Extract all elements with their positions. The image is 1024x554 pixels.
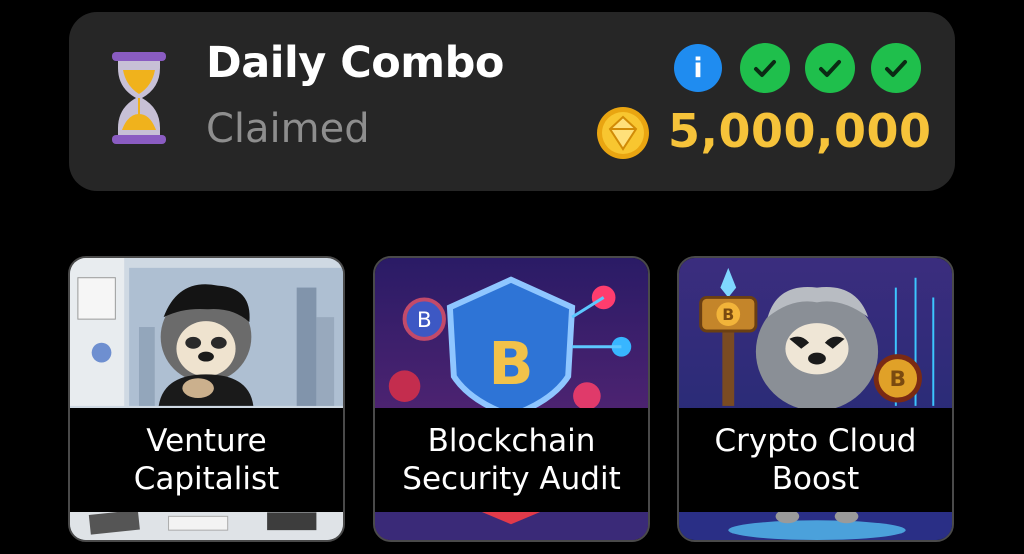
card-blockchain-security-audit[interactable]: B B Blockchain Security Audit: [373, 256, 650, 542]
check-circle-icon: [740, 43, 790, 93]
card-title: Crypto Cloud Boost: [714, 423, 917, 497]
info-icon[interactable]: i: [674, 44, 722, 92]
card-caption: Venture Capitalist: [70, 408, 343, 512]
coin-icon: [597, 107, 649, 159]
reward-amount: 5,000,000: [668, 104, 932, 158]
claimed-status: Claimed: [206, 106, 370, 152]
svg-text:B: B: [417, 308, 432, 333]
card-caption: Blockchain Security Audit: [375, 408, 648, 512]
card-crypto-cloud-boost[interactable]: B B Crypto Cloud Boost: [677, 256, 954, 542]
svg-text:B: B: [890, 367, 907, 392]
svg-text:B: B: [722, 305, 734, 324]
daily-combo-panel[interactable]: [69, 12, 955, 191]
check-circle-icon: [805, 43, 855, 93]
card-title: Blockchain Security Audit: [402, 423, 621, 497]
card-venture-capitalist[interactable]: Venture Capitalist: [68, 256, 345, 542]
check-circle-icon: [871, 43, 921, 93]
card-title: Venture Capitalist: [133, 423, 280, 497]
card-caption: Crypto Cloud Boost: [679, 408, 952, 512]
svg-text:B: B: [488, 329, 533, 398]
hourglass-icon: [112, 52, 166, 144]
daily-combo-title: Daily Combo: [206, 38, 504, 88]
